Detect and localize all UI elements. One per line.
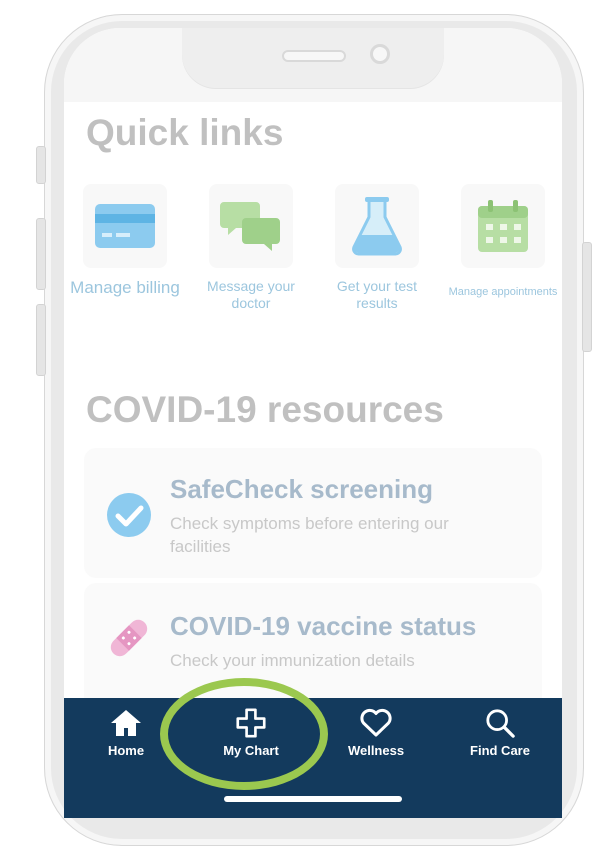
tab-label: Wellness [347, 743, 405, 758]
status-bar [64, 28, 562, 102]
quick-link-tile[interactable] [83, 184, 167, 268]
mute-switch [36, 146, 46, 184]
tab-wellness[interactable]: Wellness [326, 708, 426, 758]
credit-card-icon [95, 204, 155, 248]
bandage-icon [110, 619, 148, 657]
card-title: COVID-19 vaccine status [170, 611, 477, 641]
quick-link-label: Get your test results [336, 278, 418, 311]
quick-link-tile[interactable] [461, 184, 545, 268]
covid-resources-title: COVID-19 resources [86, 389, 444, 430]
search-icon [486, 709, 515, 738]
home-indicator[interactable] [224, 796, 402, 802]
volume-up-button [36, 218, 46, 290]
tab-find-care[interactable]: Find Care [450, 708, 550, 758]
safecheck-card[interactable]: SafeCheck screening Check symptoms befor… [84, 448, 542, 578]
card-title: SafeCheck screening [170, 474, 434, 504]
house-icon [111, 710, 141, 736]
quick-link-label: Manage billing [70, 278, 180, 297]
flask-icon [352, 197, 402, 256]
quick-link-appointments[interactable]: Manage appointments [448, 184, 558, 299]
quick-link-label: Message your doctor [207, 278, 295, 311]
quick-link-tile[interactable] [209, 184, 293, 268]
vaccine-status-card[interactable]: COVID-19 vaccine status Check your immun… [84, 583, 542, 713]
front-camera [370, 44, 390, 64]
speaker-grille [282, 50, 346, 62]
quick-links-title: Quick links [86, 112, 284, 153]
tab-label: Find Care [470, 743, 530, 758]
quick-link-label: Manage appointments [448, 286, 558, 298]
chat-bubbles-icon [220, 202, 280, 251]
card-subtitle: Check your immunization details [170, 651, 415, 670]
check-circle-icon [107, 493, 151, 537]
quick-link-tile[interactable] [335, 184, 419, 268]
notch [182, 28, 444, 88]
volume-down-button [36, 304, 46, 376]
heart-icon [360, 708, 392, 737]
card-subtitle: Check symptoms before entering our facil… [170, 514, 449, 556]
calendar-icon [478, 200, 528, 252]
quick-link-manage-billing[interactable]: Manage billing [70, 184, 180, 298]
power-button [582, 242, 592, 352]
highlight-ellipse [160, 678, 328, 790]
quick-link-test-results[interactable]: Get your test results [322, 184, 432, 312]
quick-link-message-doctor[interactable]: Message your doctor [196, 184, 306, 312]
phone-screen: Quick links Manage billing Message your … [64, 28, 562, 818]
